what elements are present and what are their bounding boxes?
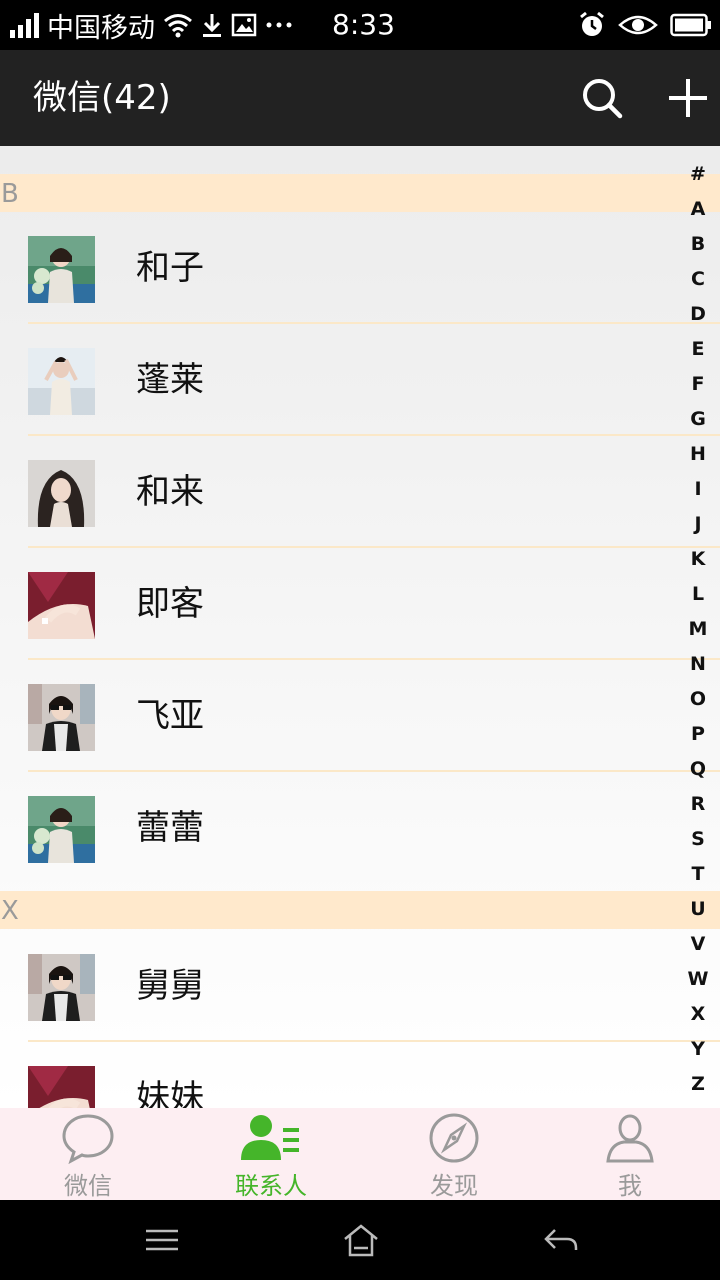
alphabet-index-letter[interactable]: C xyxy=(678,262,718,297)
alphabet-index-letter[interactable]: X xyxy=(678,997,718,1032)
alphabet-index-letter[interactable]: L xyxy=(678,577,718,612)
contact-name: 舅舅 xyxy=(136,966,204,1006)
contact-row[interactable]: 和子 xyxy=(0,212,720,324)
alphabet-index-letter[interactable]: O xyxy=(678,682,718,717)
download-icon xyxy=(203,14,221,37)
page-title: 微信(42) xyxy=(33,78,171,118)
avatar xyxy=(28,460,95,527)
contact-row[interactable]: 蓬莱 xyxy=(0,324,720,436)
tab-me[interactable]: 我 xyxy=(565,1108,695,1200)
contacts-icon xyxy=(241,1115,299,1160)
alphabet-index-letter[interactable]: H xyxy=(678,437,718,472)
battery-icon xyxy=(670,13,711,37)
alphabet-index-letter[interactable]: Q xyxy=(678,752,718,787)
alphabet-index-letter[interactable]: A xyxy=(678,192,718,227)
carrier-name: 中国移动 xyxy=(47,12,155,44)
alphabet-index-letter[interactable]: S xyxy=(678,822,718,857)
image-icon xyxy=(231,13,257,37)
avatar xyxy=(28,572,95,639)
contact-row[interactable]: 舅舅 xyxy=(0,930,720,1042)
avatar xyxy=(28,236,95,303)
more-icon xyxy=(266,22,292,28)
section-letter: X xyxy=(1,896,19,926)
section-letter: B xyxy=(1,179,19,209)
person-icon xyxy=(606,1114,654,1163)
contact-name: 和子 xyxy=(136,248,204,288)
alarm-icon xyxy=(580,11,604,36)
search-icon[interactable] xyxy=(578,74,626,122)
clock-time: 8:33 xyxy=(332,8,395,41)
tab-label: 发现 xyxy=(430,1172,478,1200)
alphabet-index-letter[interactable]: J xyxy=(678,507,718,542)
alphabet-index-letter[interactable]: R xyxy=(678,787,718,822)
status-right xyxy=(578,0,712,50)
menu-icon[interactable] xyxy=(142,1222,182,1258)
contact-row[interactable]: 和来 xyxy=(0,436,720,548)
section-header-b: B xyxy=(0,174,720,212)
back-icon[interactable] xyxy=(541,1222,581,1258)
compass-icon xyxy=(429,1113,479,1163)
plus-icon[interactable] xyxy=(664,74,712,122)
eye-icon xyxy=(618,15,658,35)
alphabet-index-letter[interactable]: E xyxy=(678,332,718,367)
alphabet-index-letter[interactable]: G xyxy=(678,402,718,437)
alphabet-index-letter[interactable]: Z xyxy=(678,1067,718,1102)
status-bar: 中国移动 8:33 xyxy=(0,0,720,50)
alphabet-index-letter[interactable]: B xyxy=(678,227,718,262)
signal-icon xyxy=(10,12,39,38)
system-nav-bar xyxy=(0,1200,720,1280)
wifi-icon xyxy=(164,14,192,38)
contact-name: 妹妹 xyxy=(136,1078,204,1108)
contact-name: 蕾蕾 xyxy=(136,808,204,848)
contact-row[interactable]: 即客 xyxy=(0,548,720,660)
avatar xyxy=(28,348,95,415)
tab-contacts[interactable]: 联系人 xyxy=(206,1108,336,1200)
alphabet-index-letter[interactable]: U xyxy=(678,892,718,927)
alphabet-index-letter[interactable]: # xyxy=(678,157,718,192)
avatar xyxy=(28,1066,95,1108)
bottom-tab-bar: 微信 联系人 发现 我 xyxy=(0,1108,720,1200)
contact-row[interactable]: 飞亚 xyxy=(0,660,720,772)
tab-label: 我 xyxy=(618,1172,642,1200)
contact-name: 即客 xyxy=(136,584,204,624)
alphabet-index-letter[interactable]: I xyxy=(678,472,718,507)
alphabet-index-letter[interactable]: T xyxy=(678,857,718,892)
tab-label: 联系人 xyxy=(235,1172,307,1200)
tab-chats[interactable]: 微信 xyxy=(23,1108,153,1200)
contact-row[interactable]: 蕾蕾 xyxy=(0,772,720,884)
alphabet-index-letter[interactable]: V xyxy=(678,927,718,962)
tab-label: 微信 xyxy=(64,1172,112,1200)
alphabet-index-letter[interactable]: K xyxy=(678,542,718,577)
avatar xyxy=(28,684,95,751)
avatar xyxy=(28,796,95,863)
home-icon[interactable] xyxy=(341,1222,381,1258)
status-left: 中国移动 xyxy=(10,0,293,50)
app-header: 微信(42) xyxy=(0,50,720,146)
alphabet-index-letter[interactable]: M xyxy=(678,612,718,647)
contact-name: 蓬莱 xyxy=(136,360,204,400)
tab-discover[interactable]: 发现 xyxy=(389,1108,519,1200)
alphabet-index-letter[interactable]: Y xyxy=(678,1032,718,1067)
chat-bubble-icon xyxy=(62,1114,114,1164)
wechat-contacts-screen: 中国移动 8:33 微信(42) B 和子 蓬莱 和来 即客 飞亚 蕾蕾 X 舅… xyxy=(0,0,720,1280)
avatar xyxy=(28,954,95,1021)
alphabet-index-letter[interactable]: D xyxy=(678,297,718,332)
section-header-x: X xyxy=(0,891,720,929)
alphabet-index-letter[interactable]: N xyxy=(678,647,718,682)
alphabet-index-letter[interactable]: W xyxy=(678,962,718,997)
alphabet-index[interactable]: # A B C D E F G H I J K L M N O P Q R S T U V W X Y Z xyxy=(678,157,718,1102)
contact-row[interactable]: 妹妹 xyxy=(0,1042,720,1108)
contact-name: 和来 xyxy=(136,472,204,512)
alphabet-index-letter[interactable]: P xyxy=(678,717,718,752)
alphabet-index-letter[interactable]: F xyxy=(678,367,718,402)
list-item[interactable] xyxy=(0,146,720,154)
contact-list[interactable]: B 和子 蓬莱 和来 即客 飞亚 蕾蕾 X 舅舅 妹妹 xyxy=(0,146,720,1108)
contact-name: 飞亚 xyxy=(136,696,204,736)
